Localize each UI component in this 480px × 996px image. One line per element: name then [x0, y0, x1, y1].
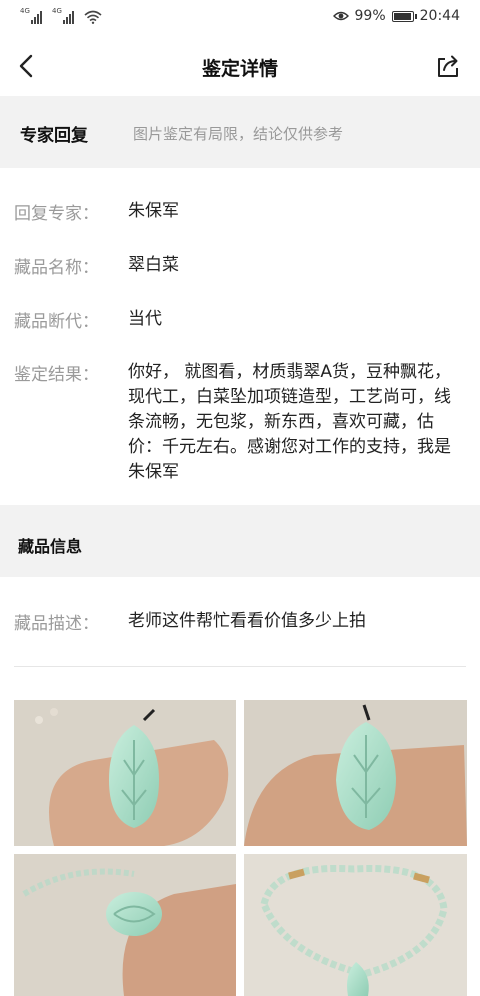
photo-1[interactable] — [14, 700, 236, 846]
signal-label-2: 4G — [52, 7, 62, 15]
field-label: 鉴定结果： — [14, 365, 99, 385]
field-label: 回复专家： — [14, 204, 99, 224]
photo-grid — [14, 700, 467, 996]
battery-icon — [391, 10, 417, 22]
signal-label: 4G — [20, 7, 30, 15]
signal-icon: 4G — [20, 7, 42, 24]
wifi-icon — [84, 10, 102, 24]
field-label: 藏品描述： — [14, 614, 99, 634]
divider — [14, 666, 466, 667]
photo-4[interactable] — [244, 854, 467, 996]
disclaimer-note: 图片鉴定有局限，结论仅供参考 — [133, 125, 344, 143]
page-title: 鉴定详情 — [201, 58, 278, 80]
collection-info-header: 藏品信息 — [0, 505, 480, 577]
field-value: 老师这件帮忙看看价值多少上拍 — [128, 611, 366, 631]
field-value: 你好， 就图看，材质翡翠A货，豆种飘花，现代工，白菜坠加项链造型，工艺尚可，线条… — [128, 362, 452, 482]
field-value: 翠白菜 — [128, 255, 179, 275]
expert-reply-heading: 专家回复 — [20, 126, 88, 146]
battery-percent: 99% — [354, 8, 386, 24]
field-label: 藏品断代： — [14, 312, 99, 332]
eye-icon — [332, 11, 349, 21]
field-label: 藏品名称： — [14, 258, 99, 278]
share-icon[interactable] — [434, 52, 462, 80]
field-value: 朱保军 — [128, 201, 179, 221]
expert-reply-header: 专家回复 图片鉴定有局限，结论仅供参考 — [0, 96, 480, 168]
nav-bar: 鉴定详情 — [0, 36, 480, 96]
photo-2[interactable] — [244, 700, 467, 846]
photo-3[interactable] — [14, 854, 236, 996]
collection-info-heading: 藏品信息 — [18, 537, 83, 556]
status-bar: 4G 4G 99% 20:44 — [0, 0, 480, 36]
clock: 20:44 — [419, 8, 460, 24]
signal-icon-2: 4G — [52, 7, 74, 24]
field-value: 当代 — [128, 309, 162, 329]
